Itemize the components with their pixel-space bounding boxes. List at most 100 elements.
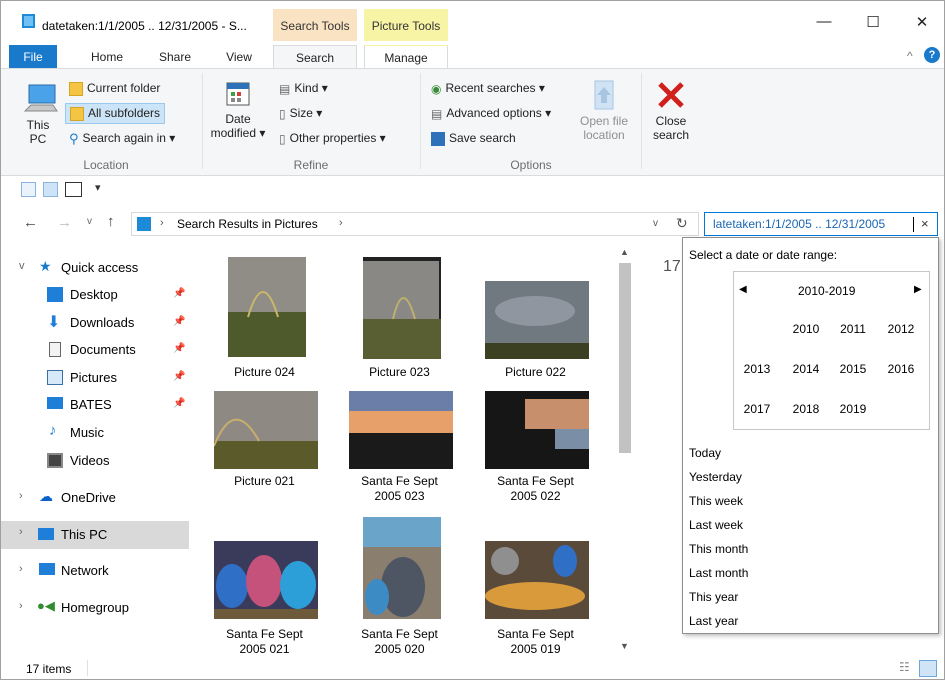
nav-label: Network bbox=[61, 563, 109, 578]
tab-view[interactable]: View bbox=[211, 45, 267, 69]
all-subfolders-button[interactable]: All subfolders bbox=[65, 103, 166, 124]
expanded-chevron-icon[interactable]: v bbox=[19, 260, 25, 272]
advanced-options-button[interactable]: ▤ Advanced options ▾ bbox=[431, 106, 551, 121]
recent-locations-icon[interactable]: v bbox=[87, 216, 92, 227]
recent-searches-button[interactable]: ◉ Recent searches ▾ bbox=[431, 81, 545, 96]
vertical-scrollbar[interactable]: ▲ ▼ bbox=[616, 245, 634, 655]
customize-qat-icon[interactable]: ▾ bbox=[95, 181, 101, 194]
nav-videos[interactable]: Videos bbox=[1, 448, 189, 474]
preset-today[interactable]: Today bbox=[689, 446, 721, 460]
nav-onedrive[interactable]: › ☁ OneDrive bbox=[1, 485, 189, 511]
breadcrumb-chevron-icon[interactable]: › bbox=[339, 217, 343, 229]
file-tile[interactable]: Santa Fe Sept 2005 023 bbox=[337, 389, 462, 514]
preset-last-year[interactable]: Last year bbox=[689, 614, 738, 628]
nav-documents[interactable]: Documents 📌 bbox=[1, 337, 189, 363]
nav-network[interactable]: › Network bbox=[1, 558, 189, 584]
preset-yesterday[interactable]: Yesterday bbox=[689, 470, 742, 484]
size-button[interactable]: ▯ Size ▾ bbox=[279, 106, 322, 121]
up-arrow-icon[interactable]: ↑ bbox=[107, 213, 115, 230]
search-input[interactable]: latetaken:1/1/2005 .. 12/31/2005 × bbox=[704, 212, 938, 236]
file-tile[interactable]: Picture 022 bbox=[473, 255, 598, 380]
back-arrow-icon[interactable]: ← bbox=[23, 214, 38, 231]
pin-icon[interactable]: 📌 bbox=[173, 398, 185, 409]
scrollbar-thumb[interactable] bbox=[619, 263, 631, 453]
collapse-ribbon-icon[interactable]: ^ bbox=[907, 49, 913, 63]
scroll-down-icon[interactable]: ▼ bbox=[620, 641, 629, 651]
pin-icon[interactable]: 📌 bbox=[173, 343, 185, 354]
address-bar[interactable]: › Search Results in Pictures › v ↻ bbox=[131, 212, 699, 236]
nav-desktop[interactable]: Desktop 📌 bbox=[1, 282, 189, 308]
new-folder-qat-icon[interactable] bbox=[43, 182, 58, 197]
large-icons-view-icon[interactable] bbox=[919, 660, 937, 677]
preset-last-week[interactable]: Last week bbox=[689, 518, 743, 532]
current-folder-button[interactable]: Current folder bbox=[69, 81, 160, 96]
address-dropdown-icon[interactable]: v bbox=[653, 218, 658, 229]
kind-button[interactable]: ▤ Kind ▾ bbox=[279, 81, 328, 96]
file-tile[interactable]: Picture 023 bbox=[337, 255, 462, 380]
refresh-icon[interactable]: ↻ bbox=[676, 215, 688, 232]
properties-qat-icon[interactable] bbox=[21, 182, 36, 197]
file-tile[interactable]: Santa Fe Sept 2005 022 bbox=[473, 389, 598, 514]
preset-this-week[interactable]: This week bbox=[689, 494, 743, 508]
nav-this-pc[interactable]: › This PC bbox=[1, 521, 189, 549]
preset-this-month[interactable]: This month bbox=[689, 542, 748, 556]
year-2013[interactable]: 2013 bbox=[737, 362, 777, 376]
nav-pictures[interactable]: Pictures 📌 bbox=[1, 365, 189, 391]
tab-search[interactable]: Search bbox=[273, 45, 357, 69]
pane-qat-icon[interactable] bbox=[65, 182, 82, 197]
tab-share[interactable]: Share bbox=[147, 45, 203, 69]
clear-search-icon[interactable]: × bbox=[921, 216, 929, 231]
year-2014[interactable]: 2014 bbox=[786, 362, 826, 376]
scroll-up-icon[interactable]: ▲ bbox=[620, 247, 629, 257]
next-decade-icon[interactable]: ▶ bbox=[914, 284, 922, 295]
close-window-button[interactable]: ✕ bbox=[907, 13, 937, 35]
tab-home[interactable]: Home bbox=[79, 45, 135, 69]
file-tile[interactable]: Santa Fe Sept 2005 020 bbox=[337, 515, 462, 655]
maximize-button[interactable]: ☐ bbox=[858, 13, 888, 35]
preset-last-month[interactable]: Last month bbox=[689, 566, 748, 580]
save-search-button[interactable]: Save search bbox=[431, 131, 516, 146]
pin-icon[interactable]: 📌 bbox=[173, 288, 185, 299]
year-2011[interactable]: 2011 bbox=[833, 322, 873, 336]
other-properties-button[interactable]: ▯ Other properties ▾ bbox=[279, 131, 386, 146]
year-2012[interactable]: 2012 bbox=[881, 322, 921, 336]
collapsed-chevron-icon[interactable]: › bbox=[19, 563, 23, 575]
collapsed-chevron-icon[interactable]: › bbox=[19, 490, 23, 502]
pin-icon[interactable]: 📌 bbox=[173, 371, 185, 382]
nav-downloads[interactable]: ⬇ Downloads 📌 bbox=[1, 310, 189, 336]
year-2010[interactable]: 2010 bbox=[786, 322, 826, 336]
decade-header[interactable]: 2010-2019 bbox=[798, 284, 855, 298]
pin-icon[interactable]: 📌 bbox=[173, 316, 185, 327]
preset-this-year[interactable]: This year bbox=[689, 590, 738, 604]
previous-decade-icon[interactable]: ◀ bbox=[739, 284, 747, 295]
collapsed-chevron-icon[interactable]: › bbox=[19, 526, 23, 538]
search-again-in-button[interactable]: ⚲ Search again in ▾ bbox=[69, 131, 175, 147]
year-2017[interactable]: 2017 bbox=[737, 402, 777, 416]
file-tile[interactable]: Picture 024 bbox=[202, 255, 327, 380]
file-tile[interactable]: Santa Fe Sept 2005 019 bbox=[473, 515, 598, 655]
breadcrumb[interactable]: Search Results in Pictures bbox=[177, 217, 318, 231]
date-modified-button[interactable]: Date modified ▾ bbox=[207, 79, 269, 140]
file-tile[interactable]: Santa Fe Sept 2005 021 bbox=[202, 515, 327, 655]
details-view-icon[interactable]: ☷ bbox=[899, 660, 910, 674]
tab-file[interactable]: File bbox=[9, 45, 57, 69]
year-2018[interactable]: 2018 bbox=[786, 402, 826, 416]
this-pc-button[interactable]: This PC bbox=[19, 79, 63, 146]
year-2016[interactable]: 2016 bbox=[881, 362, 921, 376]
folder-icon bbox=[69, 81, 83, 96]
year-2019[interactable]: 2019 bbox=[833, 402, 873, 416]
nav-homegroup[interactable]: › ●◀ Homegroup bbox=[1, 595, 189, 621]
help-icon[interactable]: ? bbox=[924, 47, 940, 63]
forward-arrow-icon[interactable]: → bbox=[57, 214, 72, 231]
tab-manage[interactable]: Manage bbox=[364, 45, 448, 69]
close-search-button[interactable]: Close search bbox=[647, 79, 695, 142]
year-2015[interactable]: 2015 bbox=[833, 362, 873, 376]
nav-bates[interactable]: BATES 📌 bbox=[1, 392, 189, 418]
breadcrumb-chevron-icon[interactable]: › bbox=[160, 217, 164, 229]
nav-quick-access[interactable]: v ★ Quick access bbox=[1, 255, 189, 281]
file-tile[interactable]: Picture 021 bbox=[202, 389, 327, 514]
nav-music[interactable]: ♪ Music bbox=[1, 420, 189, 446]
collapsed-chevron-icon[interactable]: › bbox=[19, 600, 23, 612]
open-file-location-button[interactable]: Open file location bbox=[573, 79, 635, 142]
minimize-button[interactable]: — bbox=[809, 13, 839, 35]
